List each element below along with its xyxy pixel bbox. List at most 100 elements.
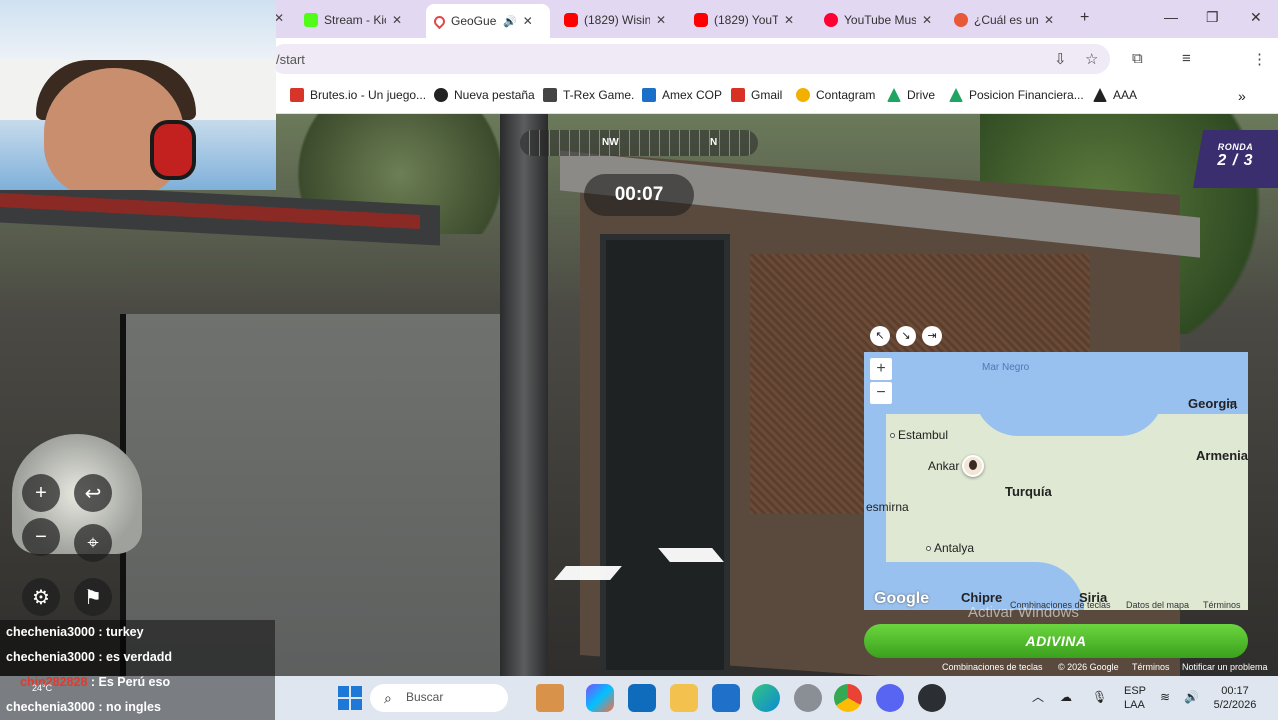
tab-kick[interactable]: Stream - Kick ✕ xyxy=(296,6,420,34)
network-cloud-icon[interactable]: ☁ xyxy=(1060,690,1072,704)
close-icon[interactable]: ✕ xyxy=(784,13,794,27)
bookmark-aaa[interactable]: AAA xyxy=(1093,88,1137,102)
minimize-icon[interactable]: — xyxy=(1164,9,1178,25)
bookmark-label: Brutes.io - Un juego... xyxy=(310,88,427,102)
microphone-icon[interactable]: 🎙 xyxy=(1092,690,1107,704)
extensions-icon[interactable]: ⧉ xyxy=(1132,50,1143,67)
bookmark-contagram[interactable]: Contagram xyxy=(796,88,875,102)
move-arrow-right[interactable] xyxy=(658,548,724,562)
map-terms-link[interactable]: Términos xyxy=(1203,600,1241,610)
close-icon[interactable]: ✕ xyxy=(523,14,533,28)
map-shrink-icon[interactable]: ↘ xyxy=(896,326,916,346)
language-indicator[interactable]: ESP LAA xyxy=(1124,684,1146,712)
settings-gear-icon[interactable] xyxy=(794,684,822,712)
youtube-icon xyxy=(564,13,578,27)
guess-button[interactable]: ADIVINA xyxy=(864,624,1248,658)
install-app-icon[interactable]: ⇩ xyxy=(1054,50,1067,68)
guess-map[interactable]: Mar Negro Georgia Ti Estambul Ankar Turq… xyxy=(864,352,1248,610)
bookmark-drive[interactable]: Drive xyxy=(887,88,935,102)
tab-title: (1829) Wisin xyxy=(584,13,650,27)
drive-icon xyxy=(949,88,963,102)
tab-youtube-1[interactable]: (1829) Wisin ✕ xyxy=(556,6,680,34)
terms-link[interactable]: Términos xyxy=(1132,662,1170,672)
volume-icon[interactable]: 🔊 xyxy=(1184,690,1199,704)
tab-question[interactable]: ¿Cuál es un ✕ xyxy=(946,6,1070,34)
new-tab-icon[interactable]: + xyxy=(1080,9,1089,27)
minus-icon: − xyxy=(35,525,47,548)
player-avatar-pin xyxy=(962,455,984,477)
brutes-icon xyxy=(290,88,304,102)
bookmark-label: AAA xyxy=(1113,88,1138,102)
clock[interactable]: 00:17 5/2/2026 xyxy=(1210,684,1260,712)
copilot-icon[interactable] xyxy=(586,684,614,712)
bookmark-label: Gmail xyxy=(751,88,783,102)
tab-title: YouTube Music xyxy=(844,13,916,27)
file-explorer-icon[interactable] xyxy=(670,684,698,712)
bookmark-nueva-pestana[interactable]: Nueva pestaña xyxy=(434,88,535,102)
return-to-start-button[interactable]: ⌖ xyxy=(74,524,112,562)
bookmark-gmail[interactable]: Gmail xyxy=(731,88,782,102)
menu-kebab-icon[interactable]: ⋮ xyxy=(1252,50,1267,68)
label-edge: Ti xyxy=(1228,400,1237,412)
media-control-icon[interactable]: ≡ xyxy=(1182,50,1191,67)
close-icon[interactable]: ✕ xyxy=(1044,13,1054,27)
plus-icon: + xyxy=(876,360,886,377)
chevron-right-icon[interactable]: » xyxy=(1238,88,1246,104)
map-zoom-out-button[interactable]: − xyxy=(870,382,892,404)
drive-icon xyxy=(887,88,901,102)
report-problem-link[interactable]: Notificar un problema xyxy=(1182,662,1268,672)
label-izmir: esmirna xyxy=(866,500,909,514)
weather-temperature[interactable]: 24°C xyxy=(32,683,52,693)
compass-n: N xyxy=(710,137,718,148)
map-pin-icon[interactable]: ⇥ xyxy=(922,326,942,346)
flag-button[interactable]: ⚑ xyxy=(74,578,112,616)
shortcuts-link[interactable]: Combinaciones de teclas xyxy=(942,662,1043,672)
bookmark-brutes[interactable]: Brutes.io - Un juego... xyxy=(290,88,426,102)
close-icon[interactable]: ✕ xyxy=(392,13,402,27)
outlook-icon[interactable] xyxy=(628,684,656,712)
youtube-icon xyxy=(694,13,708,27)
omnibox[interactable] xyxy=(270,44,1110,74)
zoom-out-button[interactable]: − xyxy=(22,518,60,556)
chevron-up-icon[interactable]: ︿ xyxy=(1032,690,1044,704)
store-icon[interactable] xyxy=(712,684,740,712)
globe-icon xyxy=(434,88,448,102)
obs-icon[interactable] xyxy=(918,684,946,712)
taskbar-search-placeholder[interactable]: Buscar xyxy=(406,690,443,704)
chrome-icon[interactable] xyxy=(834,684,862,712)
settings-button[interactable]: ⚙ xyxy=(22,578,60,616)
compass-nw: NW xyxy=(602,137,619,148)
tab-youtube-music[interactable]: YouTube Music ✕ xyxy=(816,6,940,34)
zoom-in-button[interactable]: + xyxy=(22,474,60,512)
clock-time: 00:17 xyxy=(1221,685,1249,697)
map-zoom-in-button[interactable]: + xyxy=(870,358,892,380)
restore-icon[interactable]: ❐ xyxy=(1206,9,1219,26)
tab-youtube-2[interactable]: (1829) YouTube ✕ xyxy=(686,6,810,34)
taskbar-app-widget-icon[interactable] xyxy=(536,684,564,712)
bookmark-label: Contagram xyxy=(816,88,876,102)
bookmark-posicion[interactable]: Posicion Financiera... xyxy=(949,88,1084,102)
close-icon[interactable]: ✕ xyxy=(922,13,932,27)
windows-start-icon[interactable] xyxy=(338,686,362,710)
chat-text: : es verdadd xyxy=(94,650,173,664)
trex-icon xyxy=(543,88,557,102)
label-istanbul: Estambul xyxy=(890,428,948,442)
map-data-link[interactable]: Datos del mapa xyxy=(1126,600,1189,610)
close-icon[interactable]: ✕ xyxy=(656,13,666,27)
round-timer: 00:07 xyxy=(584,174,694,216)
bookmark-trex[interactable]: T-Rex Game. xyxy=(543,88,634,102)
wifi-icon[interactable]: ≋ xyxy=(1160,690,1170,704)
bookmark-star-icon[interactable]: ☆ xyxy=(1085,50,1098,68)
undo-button[interactable]: ↩ xyxy=(74,474,112,512)
bookmark-amex[interactable]: Amex COP xyxy=(642,88,722,102)
move-arrow-left[interactable] xyxy=(554,566,622,580)
minus-icon: − xyxy=(876,384,886,401)
url-text[interactable]: /start xyxy=(276,52,305,67)
map-expand-icon[interactable]: ↖ xyxy=(870,326,890,346)
edge-icon[interactable] xyxy=(752,684,780,712)
window-close-icon[interactable]: ✕ xyxy=(1250,9,1262,26)
tab-geoguessr[interactable]: GeoGuessr 🔊 ✕ xyxy=(426,4,550,38)
discord-icon[interactable] xyxy=(876,684,904,712)
speaker-icon[interactable]: 🔊 xyxy=(503,15,517,28)
location-pin-icon xyxy=(431,13,448,29)
